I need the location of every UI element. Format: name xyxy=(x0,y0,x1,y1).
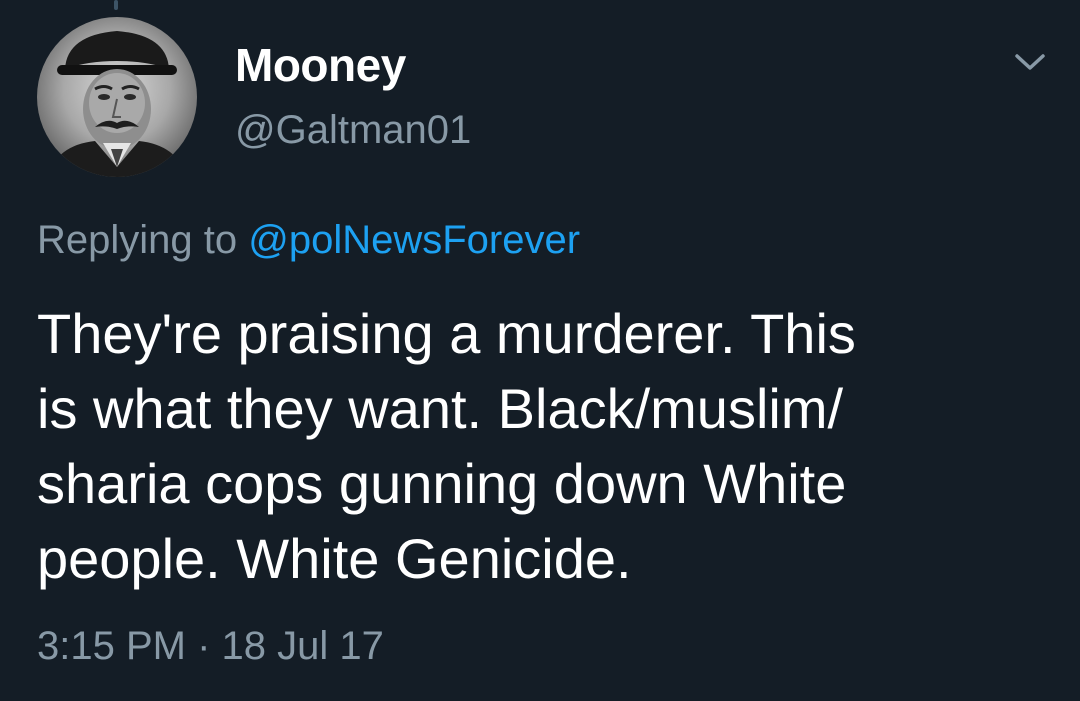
author-display-name[interactable]: Mooney xyxy=(235,38,406,92)
author-handle[interactable]: @Galtman01 xyxy=(235,108,471,153)
chevron-down-icon[interactable] xyxy=(1012,48,1048,76)
replying-to-label: Replying to xyxy=(37,218,249,262)
thread-connector-line xyxy=(114,0,118,10)
replying-to-line: Replying to @polNewsForever xyxy=(37,218,580,263)
tweet-text: They're praising a murderer. This is wha… xyxy=(37,296,1047,596)
tweet-text-line: sharia cops gunning down White xyxy=(37,452,847,515)
tweet-text-line: They're praising a murderer. This xyxy=(37,302,856,365)
tweet-timestamp[interactable]: 3:15 PM · 18 Jul 17 xyxy=(37,624,384,669)
tweet-text-line: is what they want. Black/muslim/ xyxy=(37,377,844,440)
reply-mention-link[interactable]: @polNewsForever xyxy=(248,218,580,262)
avatar[interactable] xyxy=(37,17,197,177)
tweet-text-line: people. White Genicide. xyxy=(37,527,632,590)
